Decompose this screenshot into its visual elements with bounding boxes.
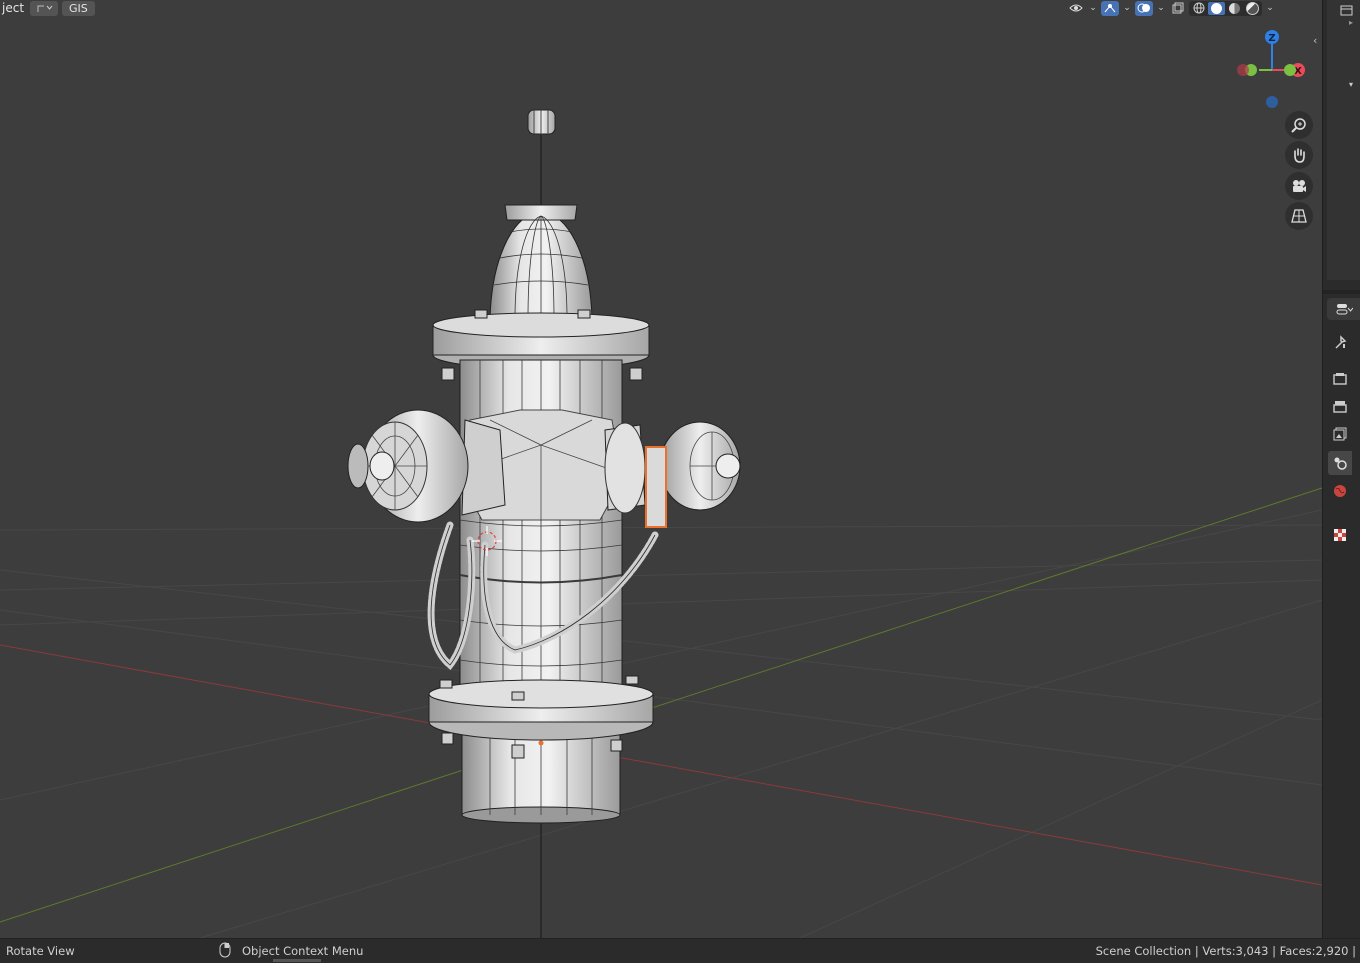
- scene-properties-tab-icon[interactable]: [1328, 451, 1352, 475]
- gizmo-toggle-icon[interactable]: [1101, 0, 1119, 16]
- xray-toggle-icon[interactable]: [1169, 1, 1187, 16]
- status-left-action: Rotate View: [6, 944, 75, 958]
- mouse-icon: [219, 942, 231, 961]
- visibility-eye-icon[interactable]: [1067, 1, 1085, 16]
- material-shading-icon[interactable]: [1226, 2, 1243, 15]
- hydrant-body: [459, 359, 623, 701]
- chevron-down-icon[interactable]: ⌄: [1121, 1, 1133, 16]
- neg-z-axis-handle: [1266, 96, 1278, 108]
- top-nut: [527, 109, 556, 135]
- scene-render[interactable]: [0, 0, 1322, 938]
- gis-menu[interactable]: GIS: [62, 0, 95, 16]
- navigation-gizmo[interactable]: Z X: [1233, 28, 1313, 112]
- y-axis-line: [0, 487, 1322, 923]
- dome: [489, 204, 593, 319]
- right-nozzle: [604, 421, 741, 528]
- chevron-down-icon[interactable]: ⌄: [1155, 1, 1167, 16]
- selected-chain-plate: [645, 446, 667, 528]
- chevron-down-icon[interactable]: ⌄: [1087, 1, 1099, 16]
- status-middle-action: Object Context Menu: [242, 944, 364, 958]
- caret-down-icon[interactable]: ▾: [1349, 80, 1353, 89]
- zoom-icon[interactable]: [1285, 111, 1313, 139]
- view-layer-tab-icon[interactable]: [1328, 422, 1352, 446]
- floor-grid: [0, 509, 1322, 938]
- status-bar: Rotate View Object Context Menu Scene Co…: [0, 938, 1360, 963]
- outliner-area[interactable]: [1327, 0, 1360, 280]
- viewport-header-right: ⌄ ⌄ ⌄ ⌄: [1067, 0, 1276, 16]
- rendered-shading-icon[interactable]: [1244, 1, 1261, 15]
- outliner-filter-icon[interactable]: [1340, 2, 1354, 16]
- camera-view-icon[interactable]: [1285, 172, 1313, 200]
- chevron-left-icon[interactable]: ‹: [1313, 34, 1322, 48]
- world-properties-tab-icon[interactable]: [1328, 479, 1352, 503]
- viewport-header-left: ject GIS: [0, 0, 95, 16]
- chevron-down-icon[interactable]: ⌄: [1264, 1, 1276, 16]
- y-axis-handle: [1284, 64, 1296, 76]
- cursor-tool-icon: [37, 5, 53, 12]
- shading-mode-switch: [1189, 0, 1262, 16]
- z-axis-label: Z: [1268, 33, 1275, 44]
- overlays-toggle-icon[interactable]: [1135, 0, 1153, 16]
- pan-hand-icon[interactable]: [1285, 141, 1313, 169]
- perspective-grid-icon[interactable]: [1285, 202, 1313, 230]
- 3d-viewport[interactable]: ject GIS ⌄ ⌄ ⌄ ⌄ Z X ‹: [0, 0, 1322, 938]
- view-menu-dropdown[interactable]: [30, 0, 59, 16]
- tool-properties-tab-icon[interactable]: [1328, 330, 1352, 354]
- left-nozzle: [347, 409, 506, 523]
- caret-right-icon[interactable]: ▸: [1349, 18, 1353, 27]
- object-origin: [538, 740, 544, 746]
- editor-type-button[interactable]: [1327, 298, 1360, 320]
- render-properties-tab-icon[interactable]: [1328, 366, 1352, 390]
- interaction-mode-label[interactable]: ject: [0, 1, 26, 15]
- wireframe-shading-icon[interactable]: [1190, 2, 1207, 15]
- output-properties-tab-icon[interactable]: [1328, 394, 1352, 418]
- lower-flange: [428, 675, 654, 824]
- texture-properties-tab-icon[interactable]: [1328, 523, 1352, 547]
- scene-statistics: Scene Collection | Verts:3,043 | Faces:2…: [1095, 944, 1356, 958]
- solid-shading-icon[interactable]: [1208, 1, 1225, 15]
- properties-editor-icon: [1336, 304, 1353, 315]
- x-axis-line: [0, 644, 1322, 886]
